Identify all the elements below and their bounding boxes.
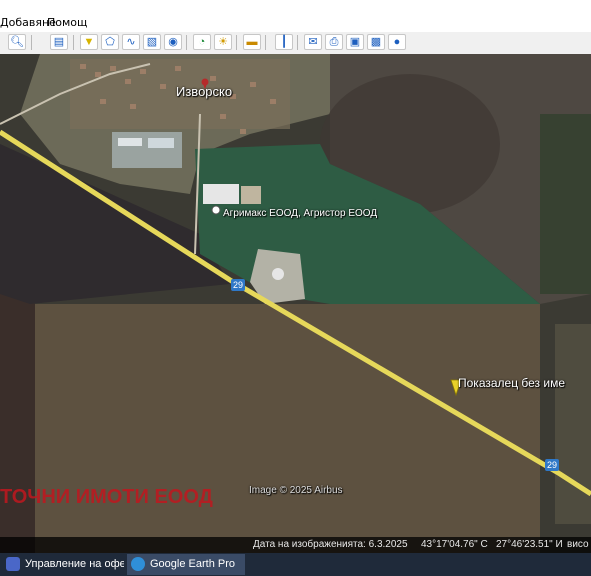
browser-icon: [6, 557, 20, 572]
ruler-icon[interactable]: ┃: [275, 34, 293, 50]
print-icon[interactable]: ⎙: [325, 34, 343, 50]
sidebar-panel-icon[interactable]: ▤: [50, 34, 68, 50]
polygon-icon[interactable]: ⬠: [101, 34, 119, 50]
image-overlay-icon[interactable]: ▧: [143, 34, 161, 50]
toolbar-divider: [265, 35, 266, 50]
save-image-icon[interactable]: ▣: [346, 34, 364, 50]
map-view[interactable]: Изворско Агримакс ЕООД, Агристор ЕООД По…: [0, 54, 591, 553]
view-in-maps-icon[interactable]: ▩: [367, 34, 385, 50]
imagery-date: Дата на изображенията: 6.3.2025: [253, 539, 408, 550]
watermark: ТОЧНИ ИМОТИ ЕООД: [0, 486, 213, 508]
imagery-copyright: Image © 2025 Airbus: [249, 485, 343, 496]
status-bar: Дата на изображенията: 6.3.2025 43°17'04…: [0, 537, 591, 553]
placemark-icon[interactable]: ▼: [80, 34, 98, 50]
earth-gallery-icon[interactable]: ●: [388, 34, 406, 50]
email-icon[interactable]: ✉: [304, 34, 322, 50]
placemark-label[interactable]: Показалец без име: [458, 376, 565, 390]
taskbar: Управление на офер... Google Earth Pro: [0, 553, 591, 576]
search-icon[interactable]: 🔍︎: [8, 34, 26, 50]
task-label: Управление на офер...: [25, 558, 124, 570]
road-shield-label: 29: [233, 280, 244, 290]
google-earth-icon: [131, 557, 145, 572]
menu-bar: Добавяне Помощ: [0, 0, 591, 32]
satellite-imagery: [0, 54, 591, 553]
road-shield-label: 29: [547, 460, 558, 470]
business-label[interactable]: Агримакс ЕООД, Агристор ЕООД: [223, 208, 377, 219]
longitude-readout: 27°46'23.51" И: [496, 539, 563, 550]
toolbar-divider: [297, 35, 298, 50]
path-icon[interactable]: ∿: [122, 34, 140, 50]
latitude-readout: 43°17'04.76" С: [421, 539, 488, 550]
toolbar-divider: [236, 35, 237, 50]
toolbar-divider: [73, 35, 74, 50]
toolbar-divider: [186, 35, 187, 50]
historical-imagery-icon[interactable]: ◔: [193, 34, 211, 50]
taskbar-item-google-earth[interactable]: Google Earth Pro: [127, 554, 245, 575]
toolbar: 🔍︎ ▤ ▼ ⬠ ∿ ▧ ◉ ◔ ☀ ▬ ┃ ✉ ⎙ ▣ ▩ ●: [0, 32, 591, 55]
task-label: Google Earth Pro: [150, 558, 235, 570]
switch-planet-icon[interactable]: ▬: [243, 34, 261, 50]
elevation-readout: висо: [567, 539, 589, 550]
village-label[interactable]: Изворско: [176, 84, 232, 99]
sunlight-icon[interactable]: ☀: [214, 34, 232, 50]
menu-help[interactable]: Помощ: [47, 16, 87, 29]
toolbar-divider: [31, 35, 32, 50]
taskbar-item-offer-management[interactable]: Управление на офер...: [2, 554, 124, 575]
record-tour-icon[interactable]: ◉: [164, 34, 182, 50]
